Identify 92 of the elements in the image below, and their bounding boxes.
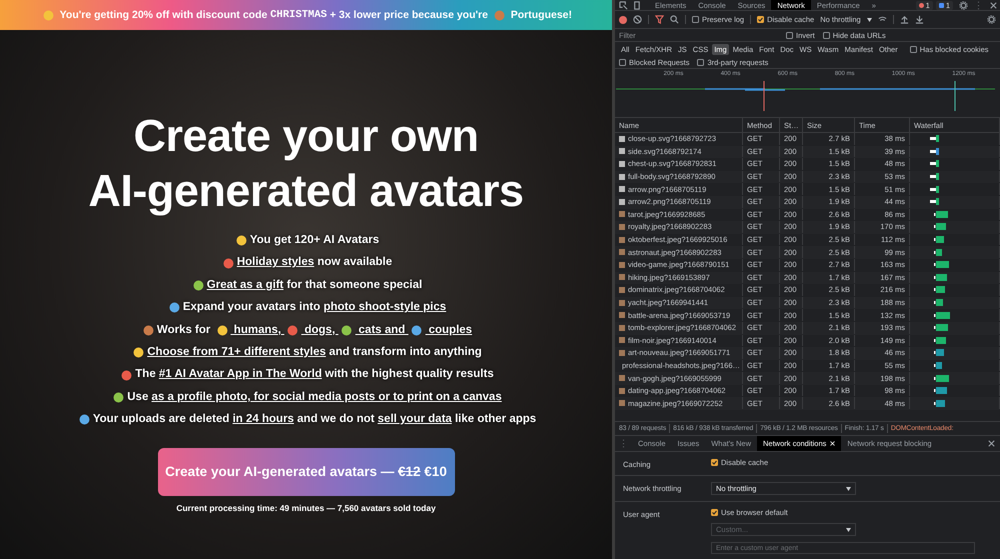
feature-link[interactable]: Choose from 71+ different styles: [147, 344, 326, 362]
emoji-icon: [142, 324, 154, 336]
cta-button[interactable]: Create your AI-generated avatars — €12 €10: [158, 448, 454, 496]
waterfall-bar: [930, 148, 939, 155]
feature-text: for that someone special: [286, 278, 422, 293]
banner-text: You're getting 20% off with discount code: [58, 9, 268, 21]
waterfall-bar: [934, 387, 947, 394]
processing-note: Current processing time: 49 minutes — 7,560 avatars sold today: [176, 502, 436, 513]
feature-text: and we do not: [296, 412, 376, 428]
waterfall-bar: [934, 274, 947, 281]
waterfall-bar: [934, 236, 944, 244]
feature-link[interactable]: in 24 hours: [232, 411, 294, 429]
checkbox[interactable]: [822, 32, 830, 38]
feature-link[interactable]: as a profile photo, for social media posts or to print on a canvas: [152, 388, 502, 406]
filter-icon[interactable]: [655, 15, 664, 24]
feature-text: You get 120+ AI Avatars: [250, 233, 380, 248]
waterfall-bar: [930, 186, 939, 193]
emoji-icon: [494, 10, 505, 20]
waterfall-bar: [930, 198, 939, 206]
waterfall-bar: [934, 261, 949, 268]
waterfall-bar: [934, 223, 946, 230]
caret-icon: [866, 18, 872, 22]
emoji-icon: [341, 324, 352, 336]
emoji-icon: [121, 370, 132, 381]
feature-text: Your uploads are deleted: [92, 412, 230, 428]
waterfall-bar: [934, 248, 942, 256]
close-icon[interactable]: [989, 0, 998, 10]
waterfall-bar: [930, 160, 939, 168]
banner-text: Portuguese!: [510, 9, 572, 21]
emoji-icon: [168, 302, 180, 314]
feature-link[interactable]: sell your data: [378, 411, 452, 429]
feature-text: and transform into anything: [328, 345, 482, 360]
waterfall-bar: [934, 362, 942, 369]
feature-link[interactable]: #1 AI Avatar App in The World: [158, 366, 322, 384]
download-icon[interactable]: [914, 15, 924, 24]
emoji-icon: [222, 258, 234, 269]
banner-text: + 3x lower price because you're: [328, 9, 489, 21]
checkbox[interactable]: [697, 58, 704, 66]
feature-link[interactable]: couples: [425, 322, 472, 340]
emoji-icon: [411, 324, 422, 336]
feature-text: Expand your avatars into: [182, 300, 322, 316]
checkbox[interactable]: [711, 509, 718, 516]
feature-link[interactable]: photo shoot-style pics: [323, 299, 446, 317]
emoji-icon: [216, 324, 228, 336]
emoji-icon: [42, 10, 54, 20]
settings-icon[interactable]: [987, 15, 996, 24]
checkbox[interactable]: [619, 58, 626, 66]
checkbox[interactable]: [757, 16, 764, 23]
feature-link[interactable]: humans,: [230, 322, 284, 340]
waterfall-bar: [934, 312, 950, 319]
checkbox[interactable]: [910, 46, 917, 52]
caret-icon: [846, 486, 851, 490]
emoji-icon: [192, 280, 204, 292]
search-icon[interactable]: [670, 15, 679, 24]
feature-text: Use: [127, 390, 150, 405]
waterfall-bar: [934, 374, 949, 382]
device-icon[interactable]: [632, 0, 641, 10]
checkbox[interactable]: [692, 16, 699, 23]
feature-link[interactable]: dogs,: [301, 322, 338, 340]
emoji-icon: [236, 235, 247, 246]
feature-text: now available: [316, 255, 392, 270]
emoji-icon: [133, 347, 144, 358]
inspect-icon[interactable]: [619, 0, 628, 10]
feature-text: The: [135, 367, 157, 382]
waterfall-bar: [934, 336, 946, 344]
close-icon[interactable]: [987, 439, 996, 448]
settings-icon[interactable]: [959, 0, 968, 10]
feature-link[interactable]: cats and: [355, 322, 408, 340]
caret-icon: [846, 528, 851, 532]
feature-text: with the highest quality results: [324, 367, 494, 382]
clear-icon[interactable]: [633, 15, 642, 24]
feature-text: like other apps: [454, 412, 536, 428]
waterfall-bar: [934, 349, 944, 356]
feature-link[interactable]: Great as a gift: [206, 276, 284, 294]
emoji-icon: [78, 414, 90, 426]
feature-text: Works for: [156, 322, 212, 338]
waterfall-bar: [930, 173, 939, 180]
waterfall-bar: [930, 135, 939, 142]
discount-code: CHRISTMAS: [270, 9, 327, 21]
checkbox[interactable]: [786, 32, 793, 38]
upload-icon[interactable]: [900, 15, 909, 24]
waterfall-bar: [934, 400, 945, 407]
waterfall-bar: [934, 286, 945, 294]
waterfall-bar: [934, 324, 948, 332]
waterfall-bar: [934, 299, 943, 306]
waterfall-bar: [934, 210, 948, 218]
checkbox[interactable]: [711, 459, 718, 466]
emoji-icon: [113, 392, 124, 404]
emoji-icon: [287, 324, 298, 336]
record-icon[interactable]: [619, 16, 627, 24]
hero-title: Create your own AI-generated avatars: [88, 109, 524, 218]
feature-link[interactable]: Holiday styles: [236, 254, 314, 272]
